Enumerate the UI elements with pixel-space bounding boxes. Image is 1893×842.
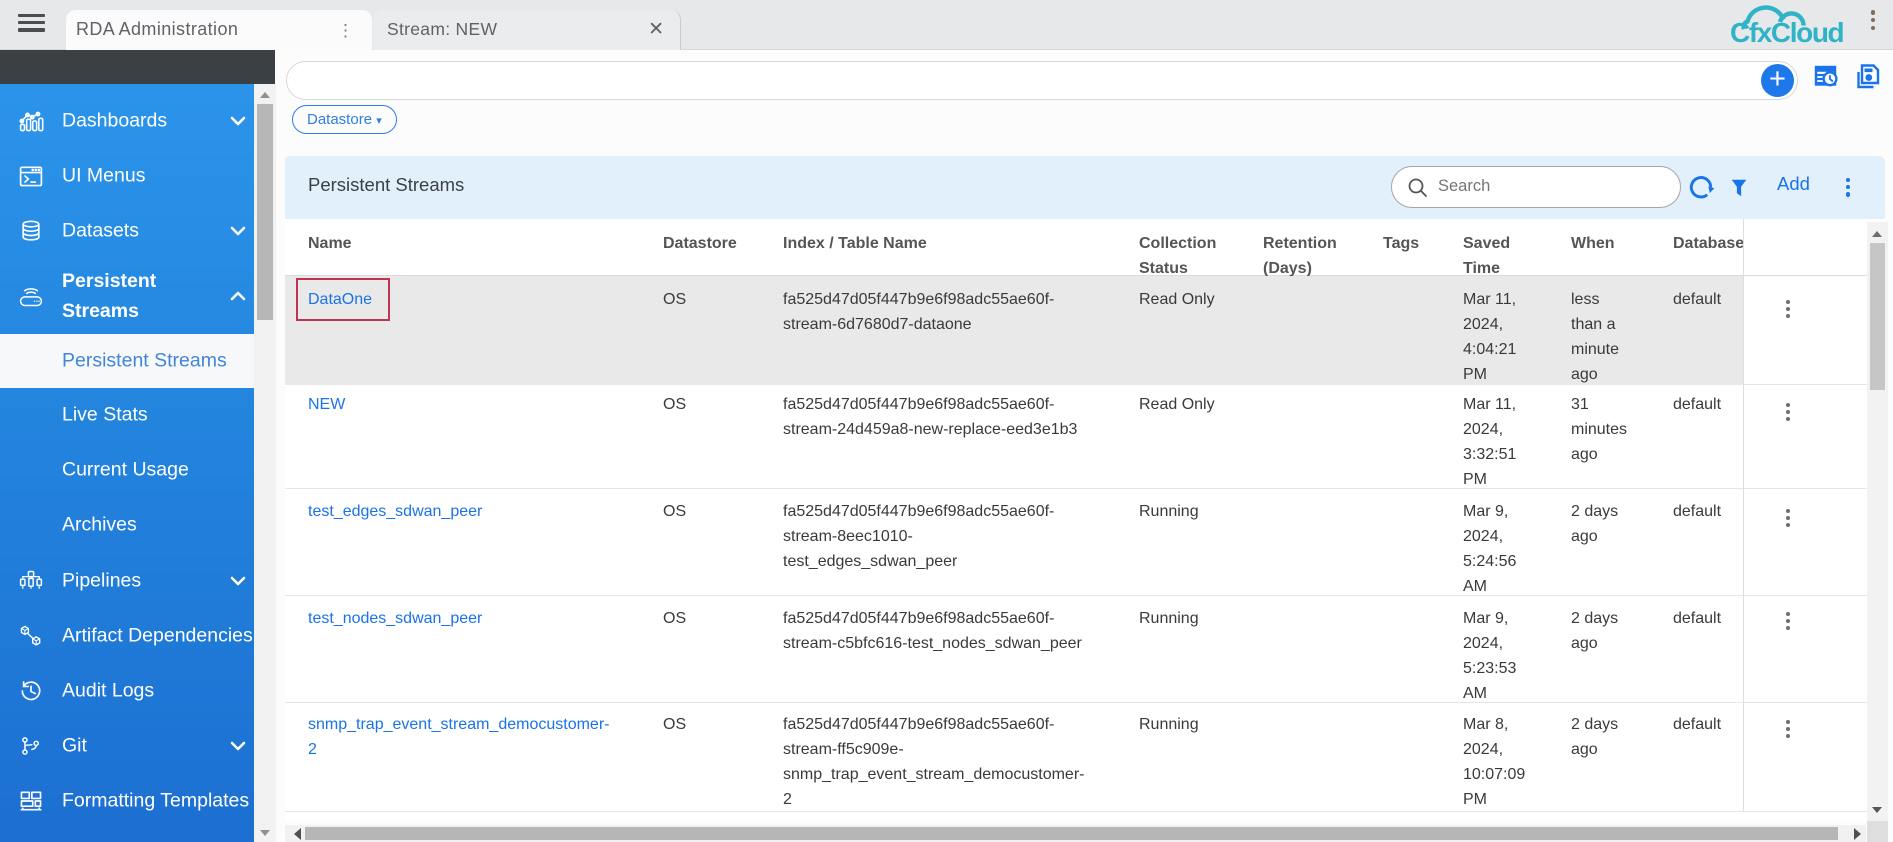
svg-text:CfxCloud: CfxCloud (1730, 17, 1844, 48)
